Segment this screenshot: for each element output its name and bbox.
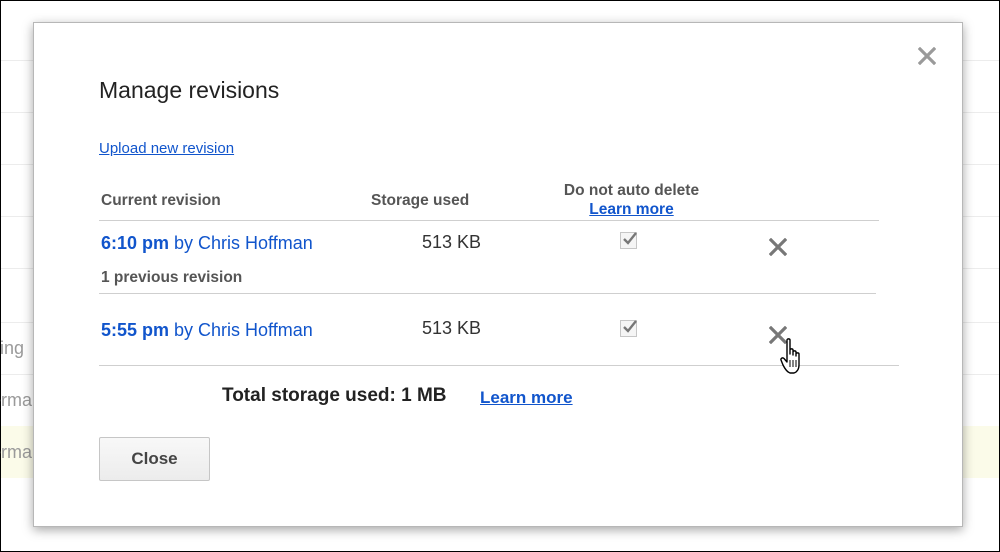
header-divider [99, 220, 879, 221]
checkmark-icon [623, 320, 637, 333]
delete-x-icon[interactable] [768, 325, 788, 345]
row-divider [99, 293, 876, 294]
background-text-fragment: erma [0, 390, 32, 410]
delete-x-icon[interactable] [768, 237, 788, 257]
column-header-current-revision: Current revision [101, 192, 221, 209]
column-header-do-not-auto-delete: Do not auto delete Learn more [534, 182, 729, 219]
dialog-title: Manage revisions [99, 77, 280, 103]
revision-link[interactable]: 6:10 pm by Chris Hoffman [101, 233, 313, 254]
revision-size: 513 KB [421, 318, 481, 338]
checkmark-icon [623, 232, 637, 245]
learn-more-link[interactable]: Learn more [534, 201, 729, 219]
revision-time: 6:10 pm [101, 233, 170, 253]
upload-new-revision-link[interactable]: Upload new revision [99, 140, 234, 157]
background-text-fragment: erma [0, 442, 32, 462]
close-button[interactable]: Close [99, 437, 210, 481]
total-storage-used: Total storage used: 1 MB [222, 385, 447, 406]
revision-author: by Chris Hoffman [169, 320, 313, 340]
background-text-fragment: ing [0, 338, 25, 358]
revision-size: 513 KB [421, 232, 481, 252]
learn-more-link[interactable]: Learn more [480, 388, 573, 408]
column-header-label: Do not auto delete [563, 182, 700, 199]
revision-link[interactable]: 5:55 pm by Chris Hoffman [101, 320, 313, 341]
column-header-storage-used: Storage used [371, 192, 470, 209]
do-not-auto-delete-checkbox[interactable] [620, 232, 637, 249]
footer-divider [99, 365, 899, 366]
do-not-auto-delete-checkbox[interactable] [620, 320, 637, 337]
revision-author: by Chris Hoffman [169, 233, 313, 253]
manage-revisions-dialog: Manage revisions Upload new revision Cur… [33, 22, 963, 527]
close-icon[interactable] [917, 46, 937, 66]
revision-time: 5:55 pm [101, 320, 170, 340]
previous-revision-count[interactable]: 1 previous revision [101, 269, 242, 287]
